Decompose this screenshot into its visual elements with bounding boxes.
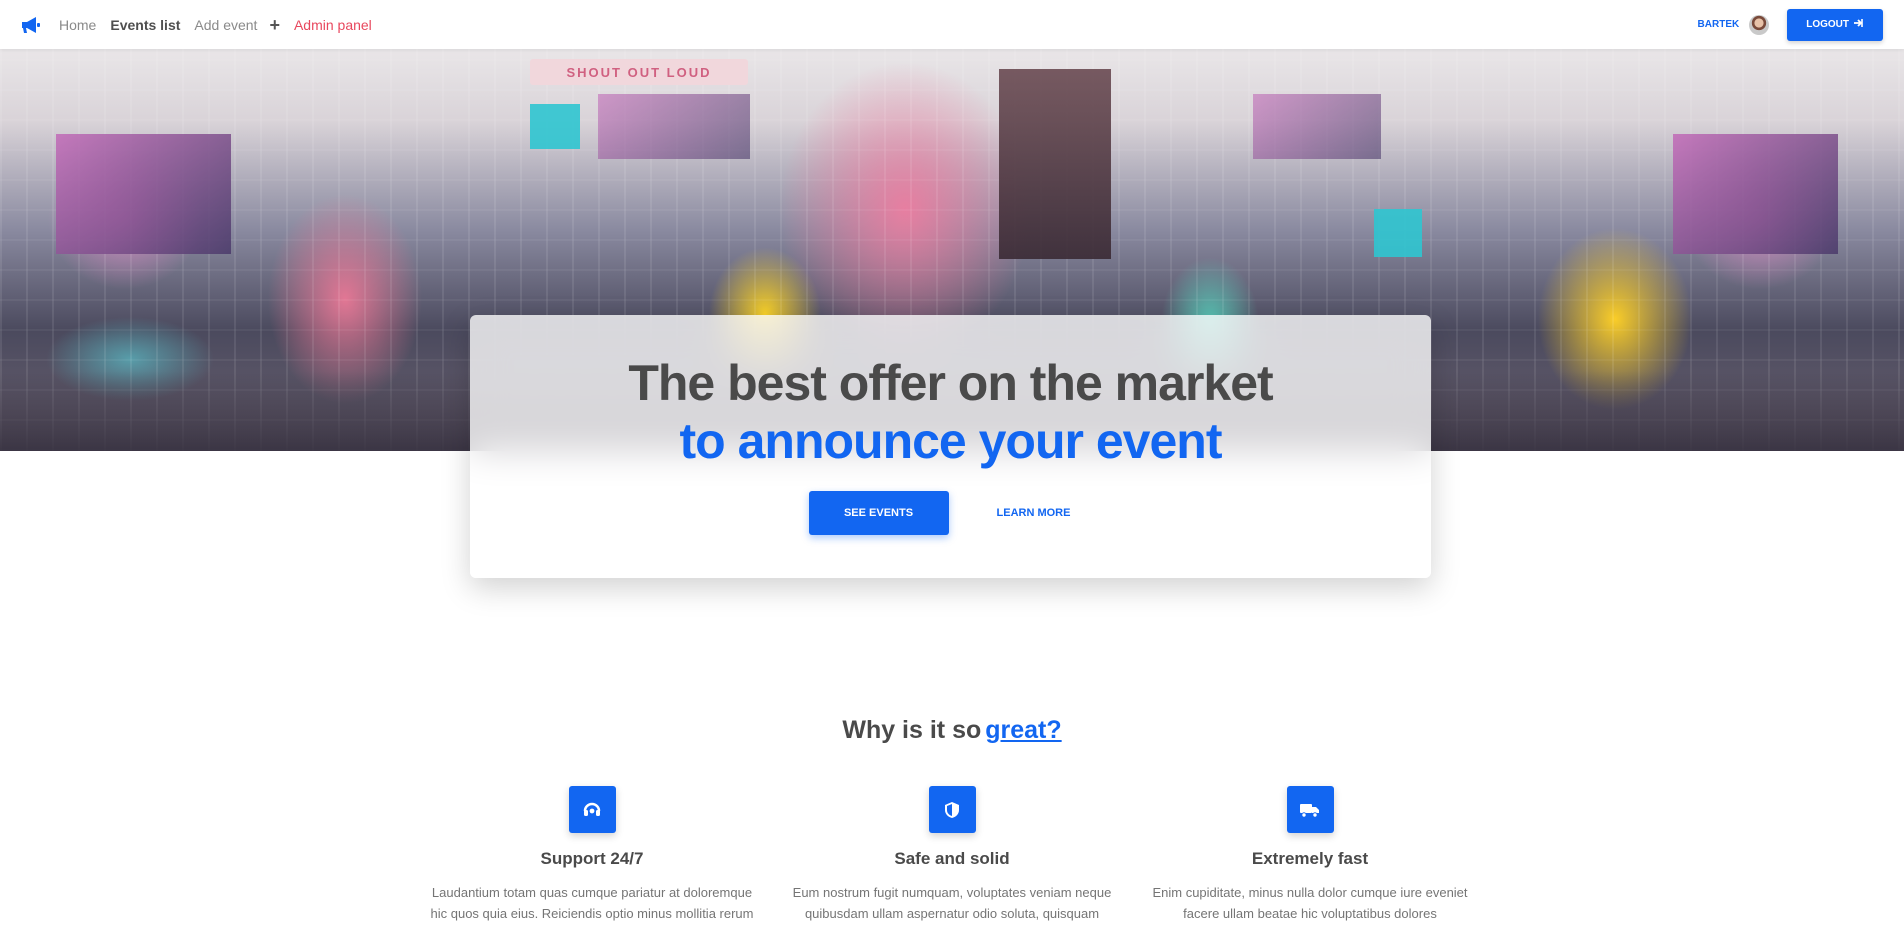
hero-title-line-1: The best offer on the market [628, 355, 1273, 411]
nav-admin-panel-link[interactable]: Admin panel [294, 17, 372, 33]
stage-screen [56, 134, 231, 254]
learn-more-button[interactable]: LEARN MORE [975, 491, 1093, 535]
feature-title: Extremely fast [1251, 849, 1369, 868]
navbar: Home Events list Add event + Admin panel… [0, 0, 1904, 49]
features-title: Why is it so great? [0, 716, 1904, 745]
stage-screen [530, 104, 580, 149]
sign-out-icon [1853, 18, 1864, 31]
nav-user-area: BARTEK LOGOUT [1698, 8, 1883, 41]
logout-button[interactable]: LOGOUT [1787, 8, 1883, 41]
feature-card: Extremely fast Enim cupiditate, minus nu… [1145, 786, 1475, 924]
truck-icon [1286, 786, 1334, 833]
nav-links: Home Events list Add event + Admin panel [59, 16, 372, 34]
feature-description: Eum nostrum fugit numquam, voluptates ve… [792, 885, 1112, 921]
feature-description: Laudantium totam quas cumque pariatur at… [430, 885, 754, 921]
megaphone-icon[interactable] [21, 15, 41, 35]
stage-sign: SHOUT OUT LOUD [530, 59, 748, 85]
stage-screen [1673, 134, 1838, 254]
feature-title: Support 24/7 [540, 849, 644, 868]
feature-title: Safe and solid [894, 849, 1010, 868]
username[interactable]: BARTEK [1698, 19, 1740, 30]
headset-icon [568, 786, 616, 833]
stage-screen [1374, 209, 1422, 257]
feature-card: Support 24/7 Laudantium totam quas cumqu… [427, 786, 757, 924]
nav-events-list-link[interactable]: Events list [110, 17, 180, 33]
logout-label: LOGOUT [1806, 19, 1849, 30]
nav-add-event-link[interactable]: Add event [194, 17, 257, 33]
features-title-highlight[interactable]: great? [985, 716, 1061, 744]
plus-icon[interactable]: + [269, 16, 280, 34]
stage-screen [1253, 94, 1381, 159]
hero-title-line-2: to announce your event [679, 413, 1223, 469]
nav-home-link[interactable]: Home [59, 17, 96, 33]
feature-description: Enim cupiditate, minus nulla dolor cumqu… [1152, 885, 1468, 921]
feature-card: Safe and solid Eum nostrum fugit numquam… [787, 786, 1117, 924]
stage-screen [999, 69, 1111, 259]
avatar[interactable] [1749, 14, 1770, 35]
features-title-prefix: Why is it so [842, 716, 982, 744]
stage-screen [598, 94, 750, 159]
hero-actions: SEE EVENTS LEARN MORE [470, 491, 1431, 535]
shield-icon [928, 786, 976, 833]
see-events-button[interactable]: SEE EVENTS [808, 491, 949, 535]
hero-card: The best offer on the market to announce… [470, 315, 1431, 578]
